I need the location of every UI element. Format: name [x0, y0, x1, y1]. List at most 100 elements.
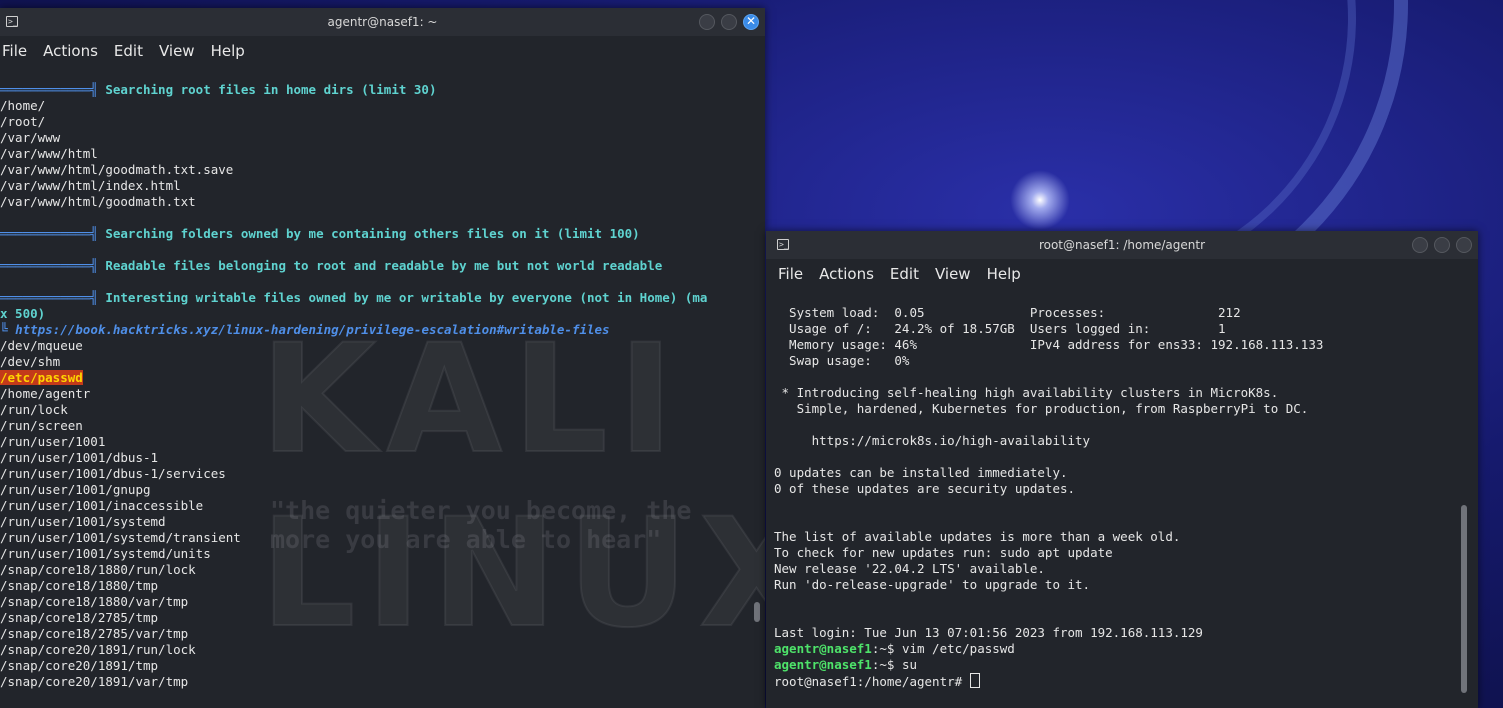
terminal-line: https://microk8s.io/high-availability — [774, 433, 1478, 449]
shell-prompt-user: agentr@nasef1 — [774, 641, 872, 656]
file-path: /dev/mqueue — [0, 338, 83, 353]
section-header: Interesting writable files owned by me o… — [105, 290, 708, 305]
terminal-line: /run/user/1001/dbus-1 — [0, 450, 765, 466]
menu-item-file[interactable]: File — [778, 265, 803, 283]
terminal-line: /snap/core18/1880/var/tmp — [0, 594, 765, 610]
terminal-line: The list of available updates is more th… — [774, 529, 1478, 545]
terminal-line: x 500) — [0, 306, 765, 322]
section-header: Readable files belonging to root and rea… — [105, 258, 663, 273]
maximize-button[interactable] — [721, 14, 737, 30]
terminal-line: root@nasef1:/home/agentr# — [774, 673, 1478, 689]
menu-item-edit[interactable]: Edit — [890, 265, 919, 283]
terminal-line: /dev/mqueue — [0, 338, 765, 354]
terminal-icon: >_ — [777, 239, 789, 250]
terminal-line: ════════════╣ Readable files belonging t… — [0, 258, 765, 274]
menu-item-edit[interactable]: Edit — [114, 42, 143, 60]
terminal-line: Memory usage: 46% IPv4 address for ens33… — [774, 337, 1478, 353]
output-text: Last login: Tue Jun 13 07:01:56 2023 fro… — [774, 625, 1203, 640]
minimize-button[interactable] — [699, 14, 715, 30]
terminal-line: /var/www/html/index.html — [0, 178, 765, 194]
menu-item-help[interactable]: Help — [987, 265, 1021, 283]
section-box-decoration: ════════════╣ — [0, 290, 106, 305]
terminal-line: /run/user/1001/dbus-1/services — [0, 466, 765, 482]
link-bullet: ╚ — [0, 322, 16, 337]
file-path: /run/user/1001/gnupg — [0, 482, 151, 497]
shell-command: :~$ su — [871, 657, 917, 672]
menu-bar: File Actions Edit View Help — [766, 259, 1478, 289]
window-title: root@nasef1: /home/agentr — [1038, 238, 1206, 252]
terminal-line: /run/user/1001 — [0, 434, 765, 450]
terminal-line: To check for new updates run: sudo apt u… — [774, 545, 1478, 561]
terminal-line: /snap/core20/1891/tmp — [0, 658, 765, 674]
terminal-output[interactable]: ════════════╣ Searching root files in ho… — [0, 82, 765, 708]
scrollbar-thumb[interactable] — [754, 602, 760, 622]
output-text: https://microk8s.io/high-availability — [774, 433, 1091, 448]
file-path: /snap/core18/1880/tmp — [0, 578, 159, 593]
terminal-line: Swap usage: 0% — [774, 353, 1478, 369]
output-text: Memory usage: 46% IPv4 address for ens33… — [774, 337, 1324, 352]
terminal-output[interactable]: System load: 0.05 Processes: 212 Usage o… — [774, 305, 1478, 708]
terminal-line: Simple, hardened, Kubernetes for product… — [774, 401, 1478, 417]
file-path: /var/www — [0, 130, 61, 145]
terminal-line: /run/lock — [0, 402, 765, 418]
terminal-line: /snap/core18/2785/tmp — [0, 610, 765, 626]
terminal-window-root[interactable]: >_ root@nasef1: /home/agentr File Actions… — [766, 231, 1478, 708]
file-path: /snap/core18/1880/run/lock — [0, 562, 196, 577]
terminal-line: * Introducing self-healing high availabi… — [774, 385, 1478, 401]
file-path: /run/user/1001 — [0, 434, 106, 449]
terminal-line: /snap/core18/2785/var/tmp — [0, 626, 765, 642]
terminal-line: ════════════╣ Searching folders owned by… — [0, 226, 765, 242]
terminal-line: /home/agentr — [0, 386, 765, 402]
output-text: Run 'do-release-upgrade' to upgrade to i… — [774, 577, 1091, 592]
text-cursor[interactable] — [969, 673, 980, 688]
shell-command: :~$ vim /etc/passwd — [871, 641, 1015, 656]
terminal-line: New release '22.04.2 LTS' available. — [774, 561, 1478, 577]
file-path: /var/www/html/goodmath.txt — [0, 194, 196, 209]
menu-bar: File Actions Edit View Help — [0, 36, 765, 66]
window-titlebar[interactable]: >_ root@nasef1: /home/agentr — [766, 231, 1478, 259]
output-text: 0 updates can be installed immediately. — [774, 465, 1068, 480]
window-title: agentr@nasef1: ~ — [327, 15, 438, 29]
terminal-line: /run/user/1001/systemd/transient — [0, 530, 765, 546]
terminal-line: /run/user/1001/systemd/units — [0, 546, 765, 562]
menu-item-file[interactable]: File — [2, 42, 27, 60]
highlighted-path: /etc/passwd — [0, 370, 83, 385]
terminal-window-agentr[interactable]: >_ agentr@nasef1: ~ ✕ File Actions Edit Vie… — [0, 8, 765, 708]
minimize-button[interactable] — [1412, 237, 1428, 253]
terminal-line: /var/www/html/goodmath.txt.save — [0, 162, 765, 178]
file-path: /snap/core18/1880/var/tmp — [0, 594, 189, 609]
section-box-decoration: ════════════╣ — [0, 82, 106, 97]
terminal-line: /snap/core18/1880/run/lock — [0, 562, 765, 578]
file-path: /dev/shm — [0, 354, 61, 369]
output-text: To check for new updates run: sudo apt u… — [774, 545, 1113, 560]
scrollbar-thumb[interactable] — [1461, 505, 1467, 693]
menu-item-help[interactable]: Help — [211, 42, 245, 60]
section-header-continued: x 500) — [0, 306, 46, 321]
file-path: /snap/core18/2785/tmp — [0, 610, 159, 625]
hacktricks-link[interactable]: https://book.hacktricks.xyz/linux-harden… — [15, 322, 610, 337]
output-text: System load: 0.05 Processes: 212 — [774, 305, 1241, 320]
output-text: The list of available updates is more th… — [774, 529, 1181, 544]
menu-item-view[interactable]: View — [159, 42, 195, 60]
output-text: 0 of these updates are security updates. — [774, 481, 1076, 496]
close-button[interactable] — [1456, 237, 1472, 253]
close-button[interactable]: ✕ — [743, 14, 759, 30]
maximize-button[interactable] — [1434, 237, 1450, 253]
output-text: Simple, hardened, Kubernetes for product… — [774, 401, 1309, 416]
terminal-line: /dev/shm — [0, 354, 765, 370]
window-titlebar[interactable]: >_ agentr@nasef1: ~ ✕ — [0, 8, 765, 36]
file-path: /run/user/1001/dbus-1 — [0, 450, 159, 465]
menu-item-actions[interactable]: Actions — [43, 42, 98, 60]
menu-item-view[interactable]: View — [935, 265, 971, 283]
terminal-line: Last login: Tue Jun 13 07:01:56 2023 fro… — [774, 625, 1478, 641]
menu-item-actions[interactable]: Actions — [819, 265, 874, 283]
file-path: /snap/core18/2785/var/tmp — [0, 626, 189, 641]
output-text: * Introducing self-healing high availabi… — [774, 385, 1279, 400]
section-header: Searching folders owned by me containing… — [105, 226, 640, 241]
